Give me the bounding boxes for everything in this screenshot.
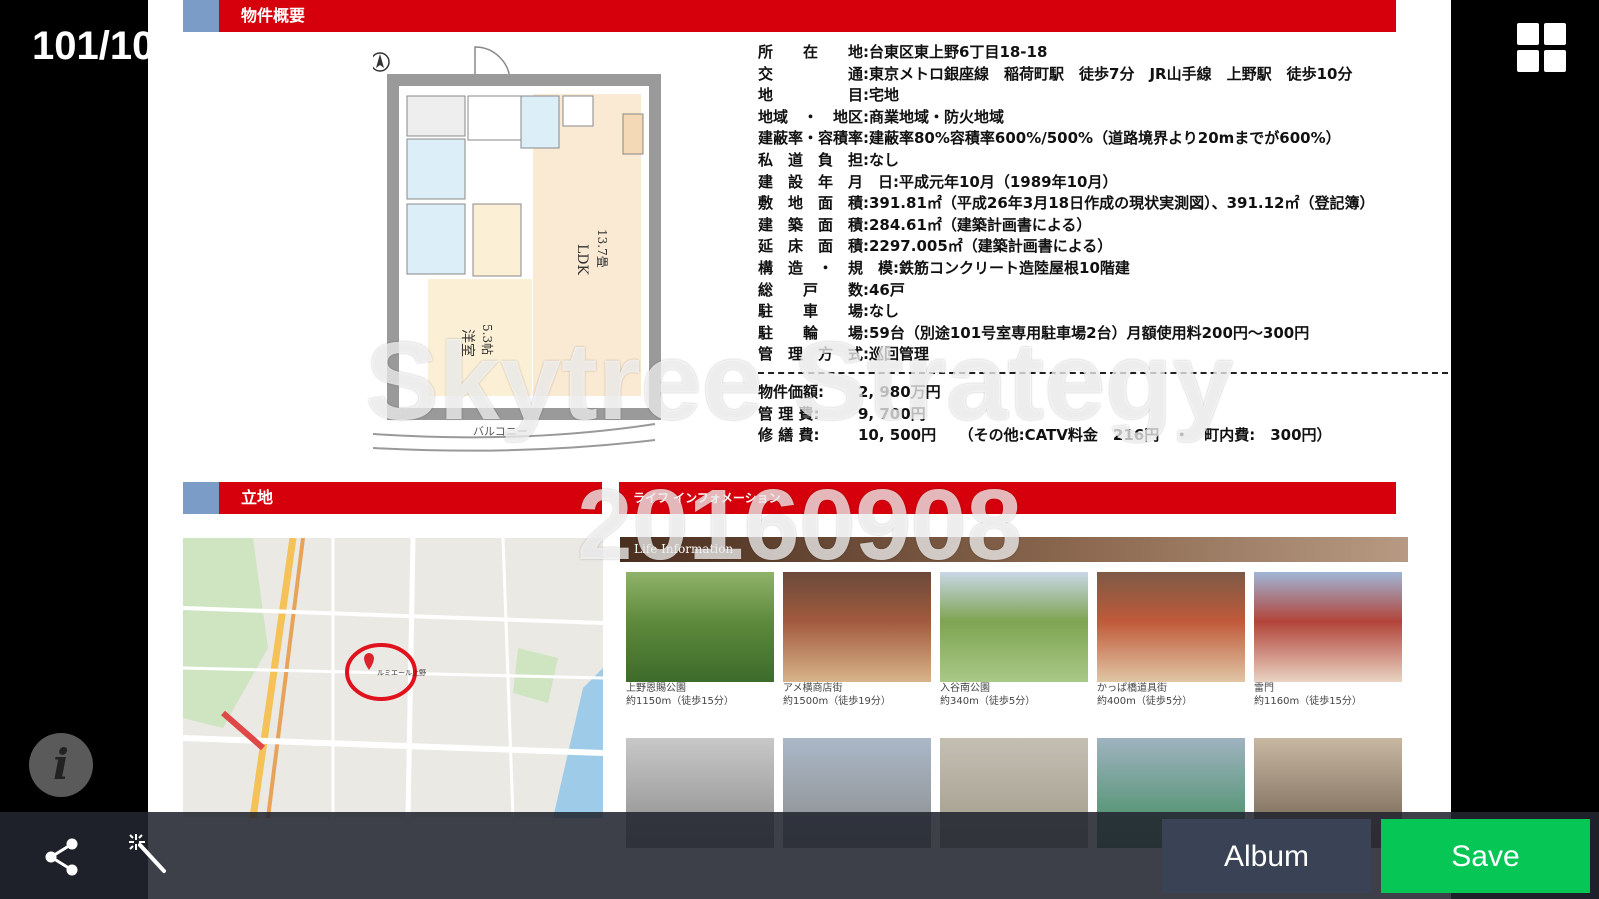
detail-row: 地域 ・ 地区:商業地域・防火地域 (758, 107, 1451, 129)
detail-row: 私 道 負 担:なし (758, 150, 1451, 172)
section-title-overview: 物件概要 (241, 6, 306, 25)
ldk-size-label: 13.7畳 (595, 229, 609, 268)
section-bar-tab (183, 0, 219, 32)
detail-row: 交 通:東京メトロ銀座線 稲荷町駅 徒歩7分 JR山手線 上野駅 徒歩10分 (758, 64, 1451, 86)
place-distance: 約1160m（徒歩15分） (1254, 696, 1362, 707)
magic-wand-icon[interactable] (126, 831, 170, 875)
detail-value: 2297.005㎡（建築計画書による） (869, 237, 1113, 256)
ldk-label: LDK (574, 244, 590, 276)
grid-icon (1544, 50, 1566, 72)
image-viewer: 物件概要 LDK 13.7畳 洋室 5.3帖 バルコニー 所 在 地:台東区東上… (0, 0, 1599, 899)
album-button[interactable]: Album (1162, 819, 1371, 893)
place-distance: 約340m（徒歩5分） (940, 696, 1036, 707)
detail-value: 鉄筋コンクリート造陸屋根10階建 (899, 258, 1130, 277)
detail-value: なし (869, 150, 900, 169)
document-page: 物件概要 LDK 13.7畳 洋室 5.3帖 バルコニー 所 在 地:台東区東上… (148, 0, 1451, 899)
place-card: 雷門約1160m（徒歩15分） (1254, 572, 1402, 708)
place-card: アメ横商店街約1500m（徒歩19分） (783, 572, 931, 708)
detail-value: 商業地域・防火地域 (869, 107, 1005, 126)
place-card: かっぱ橋道具街約400m（徒歩5分） (1097, 572, 1245, 708)
place-card: 上野恩賜公園約1150m（徒歩15分） (626, 572, 774, 708)
detail-key: 延 床 面 積: (758, 237, 869, 256)
place-photo (1097, 572, 1245, 682)
place-name: 雷門 (1254, 683, 1274, 694)
detail-row: 所 在 地:台東区東上野6丁目18-18 (758, 42, 1451, 64)
save-button[interactable]: Save (1381, 819, 1590, 893)
detail-value: 建蔽率80%容積率600%/500%（道路境界より20mまでが600%） (869, 129, 1341, 148)
place-name: かっぱ橋道具街 (1097, 683, 1167, 694)
grid-icon (1517, 50, 1539, 72)
detail-key: 地域 ・ 地区: (758, 107, 869, 126)
detail-key: 所 在 地: (758, 43, 869, 61)
watermark-line-2: 20160908 (577, 469, 1022, 581)
grid-icon (1517, 23, 1539, 45)
place-photo (626, 572, 774, 682)
info-icon: i (53, 740, 69, 789)
info-button[interactable]: i (29, 733, 93, 797)
grid-icon (1544, 23, 1566, 45)
place-photo (1254, 572, 1402, 682)
detail-value: 284.61㎡（建築計画書による） (869, 215, 1092, 234)
detail-key: 建 築 面 積: (758, 215, 869, 234)
place-distance: 約1150m（徒歩15分） (626, 696, 734, 707)
detail-value: 宅地 (869, 86, 900, 105)
place-distance: 約1500m（徒歩19分） (783, 696, 891, 707)
map-pin-label: ルミエール上野 (377, 668, 426, 677)
place-photo (940, 572, 1088, 682)
detail-row: 総 戸 数:46戸 (758, 280, 1451, 302)
detail-row: 延 床 面 積:2297.005㎡（建築計画書による） (758, 236, 1451, 258)
detail-row: 建 設 年 月 日:平成元年10月（1989年10月） (758, 172, 1451, 194)
place-card: 入谷南公園約340m（徒歩5分） (940, 572, 1088, 708)
detail-value: 東京メトロ銀座線 稲荷町駅 徒歩7分 JR山手線 上野駅 徒歩10分 (869, 64, 1353, 83)
image-counter: 101/102 (32, 24, 177, 68)
detail-value: 46戸 (869, 280, 905, 299)
detail-row: 敷 地 面 積:391.81㎡（平成26年3月18日作成の現状実測図）、391.… (758, 193, 1451, 215)
watermark-line-1: Skytree Strategy (365, 320, 1234, 443)
grid-view-button[interactable] (1517, 23, 1567, 73)
detail-row: 建 築 面 積:284.61㎡（建築計画書による） (758, 215, 1451, 237)
place-distance: 約400m（徒歩5分） (1097, 696, 1193, 707)
detail-key: 建 設 年 月 日: (758, 172, 899, 191)
detail-key: 地 目: (758, 86, 869, 105)
detail-key: 構 造 ・ 規 模: (758, 258, 899, 277)
detail-value: 391.81㎡（平成26年3月18日作成の現状実測図）、391.12㎡（登記簿） (869, 194, 1375, 213)
share-icon[interactable] (40, 835, 84, 879)
detail-row: 構 造 ・ 規 模:鉄筋コンクリート造陸屋根10階建 (758, 258, 1451, 280)
place-name: 上野恩賜公園 (626, 683, 686, 694)
detail-value: 平成元年10月（1989年10月） (899, 172, 1118, 191)
detail-row: 建蔽率・容積率:建蔽率80%容積率600%/500%（道路境界より20mまでが6… (758, 128, 1451, 150)
detail-row: 地 目:宅地 (758, 85, 1451, 107)
place-name: アメ横商店街 (783, 683, 843, 694)
detail-key: 交 通: (758, 64, 869, 83)
section-bar-overview: 物件概要 (183, 0, 1396, 32)
place-name: 入谷南公園 (940, 683, 990, 694)
detail-value: 台東区東上野6丁目18-18 (869, 43, 1048, 61)
detail-key: 総 戸 数: (758, 280, 869, 299)
detail-key: 建蔽率・容積率: (758, 129, 869, 148)
detail-key: 敷 地 面 積: (758, 194, 869, 213)
detail-key: 私 道 負 担: (758, 150, 869, 169)
place-photo (783, 572, 931, 682)
